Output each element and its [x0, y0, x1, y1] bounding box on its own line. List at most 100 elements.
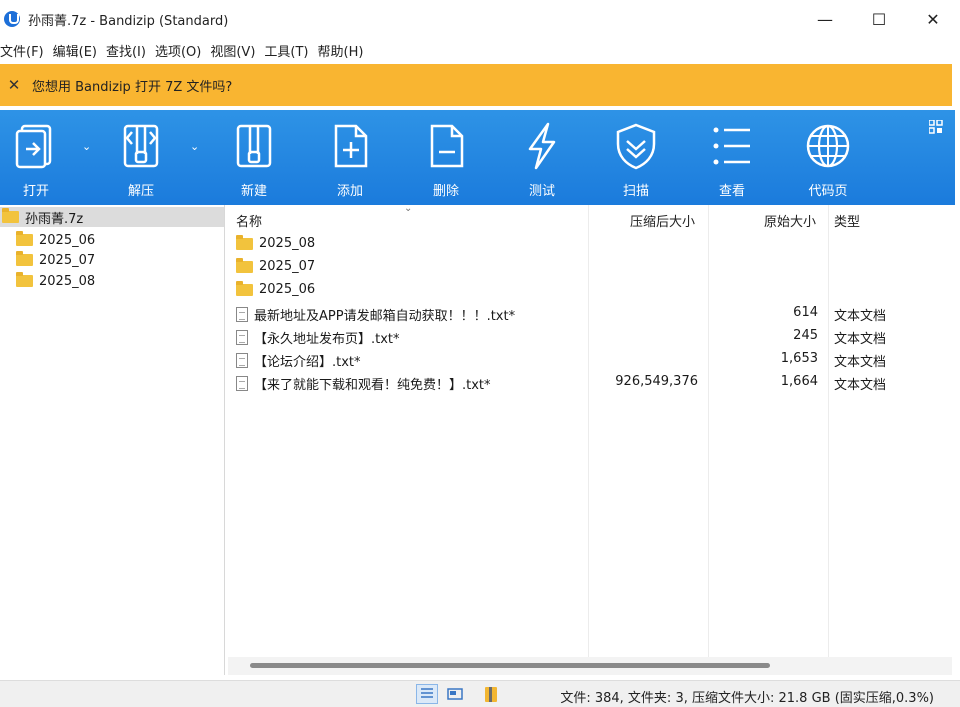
row-type: 文本文档	[834, 378, 887, 393]
codepage-label: 代码页	[808, 184, 848, 199]
tree-item-label: 2025_06	[39, 232, 96, 248]
open-dropdown-chevron-icon[interactable]: ⌄	[82, 140, 91, 153]
status-bar: 文件: 384, 文件夹: 3, 压缩文件大小: 21.8 GB (固实压缩,0…	[0, 680, 960, 707]
tree-item-2025-06[interactable]: 2025_06	[16, 230, 95, 250]
new-archive-button[interactable]: 新建	[218, 122, 290, 202]
extract-dropdown-chevron-icon[interactable]: ⌄	[190, 140, 199, 153]
preview-view-icon	[447, 688, 463, 700]
add-label: 添加	[336, 184, 363, 199]
maximize-button[interactable]: ☐	[852, 0, 906, 38]
extract-icon	[123, 124, 159, 168]
open-label: 打开	[22, 184, 49, 199]
menu-help[interactable]: 帮助(H)	[318, 41, 373, 60]
sort-chevron-icon: ⌄	[404, 203, 413, 214]
minimize-button[interactable]: —	[798, 0, 852, 38]
tree-item-label: 2025_07	[39, 252, 96, 268]
table-row[interactable]: 2025_06	[228, 279, 948, 302]
column-header-type[interactable]: 类型	[834, 211, 860, 230]
tree-root-label: 孙雨菁.7z	[25, 211, 84, 227]
tree-item-label: 2025_08	[39, 273, 96, 289]
tree-root-item[interactable]: 孙雨菁.7z	[0, 207, 224, 227]
layout-grid-icon[interactable]	[929, 120, 943, 134]
menu-file[interactable]: 文件(F)	[0, 41, 53, 60]
shield-icon	[616, 123, 656, 170]
add-button[interactable]: 添加	[314, 122, 386, 202]
row-original-size: 245	[793, 328, 818, 343]
menu-edit[interactable]: 编辑(E)	[53, 41, 106, 60]
view-button[interactable]: 查看	[696, 122, 768, 202]
folder-icon	[236, 234, 253, 250]
text-file-icon	[236, 353, 248, 368]
list-view-icon	[713, 127, 750, 165]
table-row[interactable]: 最新地址及APP请发邮箱自动获取！！！.txt* 614 文本文档	[228, 302, 948, 325]
test-button[interactable]: 测试	[506, 122, 578, 202]
text-file-icon	[236, 307, 248, 322]
table-row[interactable]: 2025_08	[228, 233, 948, 256]
row-name: 2025_08	[259, 236, 316, 251]
menu-options[interactable]: 选项(O)	[155, 41, 210, 60]
scan-button[interactable]: 扫描	[600, 122, 672, 202]
row-name: 2025_07	[259, 259, 316, 274]
menu-view[interactable]: 视图(V)	[210, 41, 264, 60]
folder-icon	[16, 272, 33, 287]
table-row[interactable]: 【永久地址发布页】.txt* 245 文本文档	[228, 325, 948, 348]
tree-item-2025-07[interactable]: 2025_07	[16, 250, 95, 270]
row-type: 文本文档	[834, 355, 887, 370]
codepage-button[interactable]: 代码页	[792, 122, 864, 202]
table-row[interactable]: 2025_07	[228, 256, 948, 279]
archive-book-icon	[485, 687, 497, 702]
text-file-icon	[236, 376, 248, 391]
file-list: 名称 ⌄ 压缩后大小 原始大小 类型 2025_08 2025_07 2025_…	[228, 203, 952, 657]
association-notice: ✕ 您想用 Bandizip 打开 7Z 文件吗?	[0, 64, 952, 106]
row-name-cell: 【论坛介绍】.txt*	[236, 351, 361, 370]
row-name-cell: 【永久地址发布页】.txt*	[236, 328, 400, 347]
horizontal-scrollbar[interactable]	[228, 657, 952, 675]
window-title: 孙雨菁.7z - Bandizip (Standard)	[28, 13, 229, 29]
delete-label: 删除	[432, 184, 459, 199]
open-button[interactable]: 打开	[0, 122, 72, 202]
table-row[interactable]: 【论坛介绍】.txt* 1,653 文本文档	[228, 348, 948, 371]
tree-item-2025-08[interactable]: 2025_08	[16, 271, 95, 291]
menu-find[interactable]: 查找(I)	[106, 41, 155, 60]
row-original-size: 1,653	[780, 351, 818, 366]
add-file-icon	[334, 124, 368, 168]
scrollbar-thumb[interactable]	[250, 663, 770, 668]
row-name-cell: 2025_08	[236, 234, 316, 251]
text-file-icon	[236, 330, 248, 345]
test-label: 测试	[528, 184, 555, 199]
new-label: 新建	[240, 184, 267, 199]
folder-icon	[236, 280, 253, 296]
scan-label: 扫描	[622, 184, 649, 199]
view-label: 查看	[718, 184, 745, 199]
status-text: 文件: 384, 文件夹: 3, 压缩文件大小: 21.8 GB (固实压缩,0…	[560, 691, 934, 706]
preview-view-button[interactable]	[444, 684, 466, 704]
title-bar: 孙雨菁.7z - Bandizip (Standard) — ☐ ✕	[0, 0, 960, 38]
extract-button[interactable]: 解压	[105, 122, 177, 202]
close-window-button[interactable]: ✕	[906, 0, 960, 38]
column-header-name[interactable]: 名称	[236, 211, 262, 230]
details-view-button[interactable]	[416, 684, 438, 704]
table-row[interactable]: 【来了就能下载和观看！纯免费！】.txt* 926,549,376 1,664 …	[228, 371, 948, 394]
column-header-compressed[interactable]: 压缩后大小	[630, 211, 695, 230]
row-name-cell: 【来了就能下载和观看！纯免费！】.txt*	[236, 374, 491, 393]
folder-icon	[16, 251, 33, 266]
column-header-original[interactable]: 原始大小	[764, 211, 816, 230]
row-name-cell: 2025_06	[236, 280, 315, 297]
menu-tools[interactable]: 工具(T)	[264, 41, 317, 60]
close-icon[interactable]: ✕	[0, 76, 28, 94]
row-name: 【永久地址发布页】.txt*	[254, 332, 400, 347]
main-toolbar: 打开 ⌄ 解压 ⌄ 新建 添加 删除 测试 扫描 查看 代码页	[0, 110, 955, 205]
row-type: 文本文档	[834, 309, 887, 324]
notice-text[interactable]: 您想用 Bandizip 打开 7Z 文件吗?	[32, 76, 232, 95]
row-original-size: 1,664	[780, 374, 818, 389]
row-name: 【来了就能下载和观看！纯免费！】.txt*	[254, 378, 491, 393]
row-name-cell: 最新地址及APP请发邮箱自动获取！！！.txt*	[236, 305, 515, 324]
row-compressed-size: 926,549,376	[615, 374, 698, 389]
delete-button[interactable]: 删除	[410, 122, 482, 202]
row-original-size: 614	[793, 305, 818, 320]
folder-icon	[16, 231, 33, 246]
row-name: 【论坛介绍】.txt*	[254, 355, 361, 370]
archive-info-button[interactable]	[480, 684, 502, 704]
folder-icon	[236, 257, 253, 273]
row-name-cell: 2025_07	[236, 257, 316, 274]
